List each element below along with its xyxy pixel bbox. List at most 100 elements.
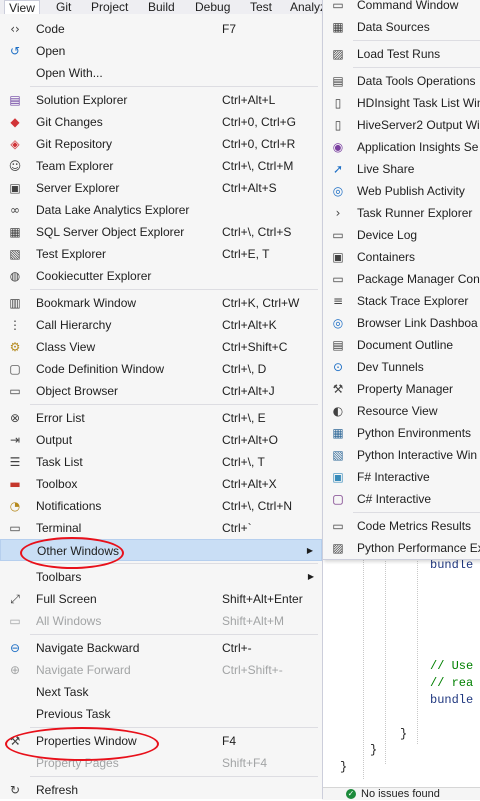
menu-item-terminal[interactable]: ▭ Terminal Ctrl+` — [0, 517, 322, 539]
indent-guide — [417, 554, 418, 744]
submenu-item-f-interactive[interactable]: ▣ F# Interactive — [323, 466, 480, 488]
menu-item-output[interactable]: ⇥ Output Ctrl+Alt+O — [0, 429, 322, 451]
menu-item-shortcut: Ctrl+K, Ctrl+W — [222, 296, 300, 310]
menu-item-toolbox[interactable]: ▬ Toolbox Ctrl+Alt+X — [0, 473, 322, 495]
menu-item-git-changes[interactable]: ◆ Git Changes Ctrl+0, Ctrl+G — [0, 111, 322, 133]
submenu-item-label: Task Runner Explorer — [357, 206, 473, 220]
menu-item-label: All Windows — [36, 614, 102, 628]
submenu-item-label: HDInsight Task List Win — [357, 96, 480, 110]
menu-item-solution-explorer[interactable]: ▤ Solution Explorer Ctrl+Alt+L — [0, 89, 322, 111]
menu-item-test-explorer[interactable]: ▧ Test Explorer Ctrl+E, T — [0, 243, 322, 265]
menu-project[interactable]: Project — [91, 0, 128, 14]
menu-item-refresh[interactable]: ↻ Refresh — [0, 779, 322, 801]
menu-separator — [30, 776, 318, 777]
submenu-item-document-outline[interactable]: ▤ Document Outline — [323, 334, 480, 356]
submenu-arrow-icon: ▶ — [307, 572, 314, 581]
menu-item-shortcut: Ctrl+- — [222, 641, 252, 655]
menu-item-notifications[interactable]: ◔ Notifications Ctrl+\, Ctrl+N — [0, 495, 322, 517]
menu-item-label: Object Browser — [36, 384, 119, 398]
menu-item-label: Terminal — [36, 521, 82, 535]
menu-item-shortcut: Ctrl+Shift+C — [222, 340, 288, 354]
menu-item-navigate-forward[interactable]: ⊕ Navigate Forward Ctrl+Shift+- — [0, 659, 322, 681]
notifications-icon: ◔ — [9, 499, 21, 513]
menu-item-call-hierarchy[interactable]: ⋮ Call Hierarchy Ctrl+Alt+K — [0, 314, 322, 336]
submenu-item-dev-tunnels[interactable]: ⊙ Dev Tunnels — [323, 356, 480, 378]
submenu-item-live-share[interactable]: ➚ Live Share — [323, 158, 480, 180]
submenu-item-hdinsight-task-list-win[interactable]: ▯ HDInsight Task List Win — [323, 92, 480, 114]
submenu-separator — [353, 512, 480, 513]
menu-item-navigate-backward[interactable]: ⊖ Navigate Backward Ctrl+- — [0, 637, 322, 659]
menu-item-data-lake-analytics-explorer[interactable]: ∞ Data Lake Analytics Explorer — [0, 199, 322, 221]
menu-item-server-explorer[interactable]: ▣ Server Explorer Ctrl+Alt+S — [0, 177, 322, 199]
menu-item-cookiecutter-explorer[interactable]: ◍ Cookiecutter Explorer — [0, 265, 322, 287]
submenu-item-python-environments[interactable]: ▦ Python Environments — [323, 422, 480, 444]
submenu-item-task-runner-explorer[interactable]: › Task Runner Explorer — [323, 202, 480, 224]
menu-item-sql-server-object-explorer[interactable]: ▦ SQL Server Object Explorer Ctrl+\, Ctrl+… — [0, 221, 322, 243]
submenu-item-label: Python Performance Ex — [357, 541, 480, 555]
menu-item-open[interactable]: ↺ Open — [0, 40, 322, 62]
submenu-item-load-test-runs[interactable]: ▨ Load Test Runs — [323, 43, 480, 65]
menu-item-properties-window[interactable]: ⚒ Properties Window F4 — [0, 730, 322, 752]
submenu-item-application-insights-se[interactable]: ◉ Application Insights Se — [323, 136, 480, 158]
menu-item-toolbars[interactable]: Toolbars ▶ — [0, 566, 322, 588]
menu-view[interactable]: View — [4, 0, 40, 14]
menu-item-property-pages[interactable]: Property Pages Shift+F4 — [0, 752, 322, 774]
git-repository-icon: ◈ — [10, 137, 20, 151]
menu-item-object-browser[interactable]: ▭ Object Browser Ctrl+Alt+J — [0, 380, 322, 402]
code-line: bundle — [430, 693, 474, 707]
menu-build[interactable]: Build — [148, 0, 175, 14]
document-outline-icon: ▤ — [332, 338, 344, 352]
submenu-item-label: Python Environments — [357, 426, 472, 440]
menu-separator — [30, 404, 318, 405]
menu-item-label: Toolbox — [36, 477, 78, 491]
submenu-item-web-publish-activity[interactable]: ◎ Web Publish Activity — [323, 180, 480, 202]
menu-item-label: Data Lake Analytics Explorer — [36, 203, 190, 217]
menu-item-team-explorer[interactable]: ☺ Team Explorer Ctrl+\, Ctrl+M — [0, 155, 322, 177]
menu-item-git-repository[interactable]: ◈ Git Repository Ctrl+0, Ctrl+R — [0, 133, 322, 155]
menu-debug[interactable]: Debug — [195, 0, 230, 14]
menu-item-error-list[interactable]: ⊗ Error List Ctrl+\, E — [0, 407, 322, 429]
submenu-item-stack-trace-explorer[interactable]: ≡ Stack Trace Explorer — [323, 290, 480, 312]
menu-item-shortcut: Shift+Alt+Enter — [222, 592, 303, 606]
submenu-item-device-log[interactable]: ▭ Device Log — [323, 224, 480, 246]
menu-item-code[interactable]: ‹› Code F7 — [0, 18, 322, 40]
submenu-item-label: Data Sources — [357, 20, 430, 34]
menu-item-previous-task[interactable]: Previous Task — [0, 703, 322, 725]
submenu-item-resource-view[interactable]: ◐ Resource View — [323, 400, 480, 422]
menu-item-label: Other Windows — [37, 544, 120, 558]
submenu-item-data-sources[interactable]: ▦ Data Sources — [323, 16, 480, 38]
submenu-item-command-window[interactable]: ▭ Command Window — [323, 0, 480, 16]
device-log-icon: ▭ — [332, 228, 344, 242]
submenu-separator — [353, 67, 480, 68]
menu-item-label: Open — [36, 44, 66, 58]
submenu-item-c-interactive[interactable]: ▢ C# Interactive — [323, 488, 480, 510]
submenu-separator — [353, 40, 480, 41]
menu-item-label: Navigate Forward — [36, 663, 131, 677]
menu-analyze[interactable]: Analyz — [290, 0, 326, 14]
submenu-item-browser-link-dashboa[interactable]: ◎ Browser Link Dashboa — [323, 312, 480, 334]
property-manager-icon: ⚒ — [332, 382, 344, 396]
menu-item-code-definition-window[interactable]: ▢ Code Definition Window Ctrl+\, D — [0, 358, 322, 380]
submenu-item-containers[interactable]: ▣ Containers — [323, 246, 480, 268]
menu-item-label: Bookmark Window — [36, 296, 137, 310]
submenu-item-property-manager[interactable]: ⚒ Property Manager — [323, 378, 480, 400]
submenu-item-code-metrics-results[interactable]: ▭ Code Metrics Results — [323, 515, 480, 537]
submenu-item-data-tools-operations[interactable]: ▤ Data Tools Operations — [323, 70, 480, 92]
menu-item-label: Properties Window — [36, 734, 137, 748]
submenu-item-package-manager-con[interactable]: ▭ Package Manager Con — [323, 268, 480, 290]
menu-git[interactable]: Git — [56, 0, 71, 14]
submenu-item-python-interactive-win[interactable]: ▧ Python Interactive Win — [323, 444, 480, 466]
menu-item-task-list[interactable]: ☰ Task List Ctrl+\, T — [0, 451, 322, 473]
menu-item-other-windows[interactable]: Other Windows ▶ — [0, 539, 322, 561]
menu-test[interactable]: Test — [250, 0, 272, 14]
menu-item-next-task[interactable]: Next Task — [0, 681, 322, 703]
menu-item-bookmark-window[interactable]: ▥ Bookmark Window Ctrl+K, Ctrl+W — [0, 292, 322, 314]
submenu-item-python-performance-ex[interactable]: ▨ Python Performance Ex — [323, 537, 480, 559]
menu-item-full-screen[interactable]: ⤢ Full Screen Shift+Alt+Enter — [0, 588, 322, 610]
menu-item-class-view[interactable]: ⚙ Class View Ctrl+Shift+C — [0, 336, 322, 358]
menu-item-shortcut: Shift+F4 — [222, 756, 268, 770]
menu-item-all-windows[interactable]: ▭ All Windows Shift+Alt+M — [0, 610, 322, 632]
menu-item-shortcut: F7 — [222, 22, 237, 36]
menu-item-open-with[interactable]: Open With... — [0, 62, 322, 84]
submenu-item-hiveserver2-output-wi[interactable]: ▯ HiveServer2 Output Wi — [323, 114, 480, 136]
